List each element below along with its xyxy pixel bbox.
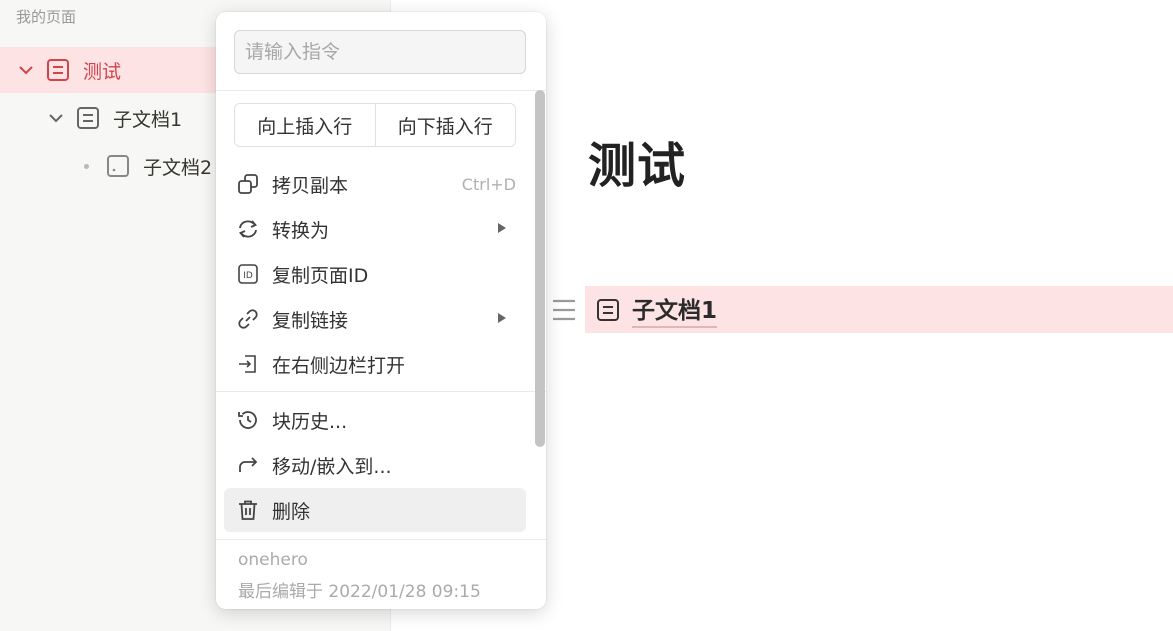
drag-handle-icon[interactable] bbox=[551, 298, 577, 322]
insert-above-button[interactable]: 向上插入行 bbox=[235, 104, 375, 146]
bullet-dot-icon bbox=[75, 155, 97, 177]
page-link-label[interactable]: 子文档1 bbox=[632, 291, 718, 328]
menu-item-label: 块历史... bbox=[272, 410, 348, 433]
menu-item-duplicate[interactable]: 拷贝副本 Ctrl+D bbox=[224, 162, 526, 206]
document-icon bbox=[45, 57, 71, 83]
link-icon bbox=[234, 305, 262, 333]
document-icon bbox=[595, 297, 621, 323]
menu-item-delete[interactable]: 删除 bbox=[224, 488, 526, 532]
sidebar-section-title: 我的页面 bbox=[16, 8, 77, 26]
block-context-menu: 向上插入行 向下插入行 拷贝副本 Ctrl+D 转换为 ID 复制页面ID 复制… bbox=[216, 12, 546, 609]
menu-item-label: 拷贝副本 bbox=[272, 174, 349, 197]
menu-item-label: 复制链接 bbox=[272, 309, 349, 332]
insert-below-button[interactable]: 向下插入行 bbox=[374, 104, 515, 146]
page-title[interactable]: 测试 bbox=[588, 126, 686, 196]
id-icon: ID bbox=[234, 260, 262, 288]
menu-item-copy-link[interactable]: 复制链接 bbox=[224, 297, 526, 341]
trash-icon bbox=[234, 496, 262, 524]
document-icon bbox=[75, 105, 101, 131]
menu-divider bbox=[216, 539, 546, 540]
insert-row-button-group: 向上插入行 向下插入行 bbox=[234, 103, 516, 147]
last-editor: onehero bbox=[238, 550, 308, 570]
menu-item-label: 复制页面ID bbox=[272, 264, 369, 287]
command-search-input[interactable] bbox=[234, 30, 526, 74]
menu-item-block-history[interactable]: 块历史... bbox=[224, 398, 526, 442]
open-sidebar-icon bbox=[234, 350, 262, 378]
menu-item-label: 转换为 bbox=[272, 219, 330, 242]
sidebar-item-label: 子文档1 bbox=[113, 108, 183, 131]
chevron-down-icon[interactable] bbox=[15, 59, 37, 81]
sidebar-item-label: 测试 bbox=[83, 60, 122, 83]
menu-item-convert[interactable]: 转换为 bbox=[224, 207, 526, 251]
menu-scrollbar[interactable] bbox=[535, 90, 545, 447]
menu-item-label: 在右侧边栏打开 bbox=[272, 354, 406, 377]
menu-item-label: 删除 bbox=[272, 500, 311, 523]
blank-document-icon bbox=[105, 153, 131, 179]
submenu-arrow-icon bbox=[498, 313, 506, 323]
menu-divider bbox=[216, 90, 546, 91]
shortcut-hint: Ctrl+D bbox=[461, 174, 516, 194]
copy-icon bbox=[234, 170, 262, 198]
svg-text:ID: ID bbox=[243, 271, 253, 281]
menu-item-label: 移动/嵌入到... bbox=[272, 455, 392, 478]
menu-item-copy-id[interactable]: ID 复制页面ID bbox=[224, 252, 526, 296]
chevron-down-icon[interactable] bbox=[45, 107, 67, 129]
move-icon bbox=[234, 451, 262, 479]
last-edited-time: 最后编辑于 2022/01/28 09:15 bbox=[238, 582, 481, 602]
submenu-arrow-icon bbox=[498, 223, 506, 233]
menu-item-open-right-sidebar[interactable]: 在右侧边栏打开 bbox=[224, 342, 526, 386]
menu-item-move-embed[interactable]: 移动/嵌入到... bbox=[224, 443, 526, 487]
menu-divider bbox=[216, 391, 546, 392]
page-link-block[interactable]: 子文档1 bbox=[585, 286, 1173, 333]
convert-icon bbox=[234, 215, 262, 243]
sidebar-item-label: 子文档2 bbox=[143, 156, 213, 179]
history-icon bbox=[234, 406, 262, 434]
